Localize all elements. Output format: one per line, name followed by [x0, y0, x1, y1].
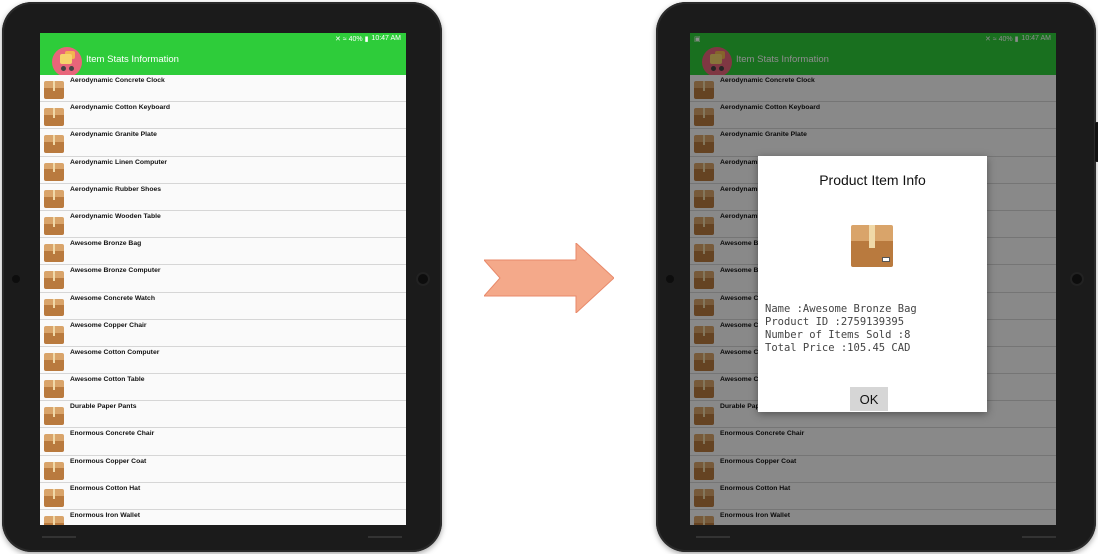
item-label: Awesome Cotton Computer [70, 348, 160, 356]
item-label: Awesome Cotton Table [70, 376, 145, 384]
package-box-icon [44, 162, 64, 181]
package-box-icon [44, 81, 64, 99]
tablet-right: ▣ ✕ ≈ 40% ▮ 10:47 AM Item Stats Informat… [656, 2, 1098, 552]
status-bar: ✕ ≈ 40% ▮ 10:47 AM [40, 33, 406, 44]
package-box-icon [44, 325, 64, 344]
package-box-icon [44, 216, 64, 235]
package-box-icon [44, 488, 64, 507]
package-box-icon [44, 380, 64, 399]
item-label: Aerodynamic Linen Computer [70, 158, 168, 166]
item-label: Durable Paper Pants [70, 403, 137, 411]
package-box-icon [44, 407, 64, 426]
list-item[interactable]: Awesome Cotton Table [40, 374, 406, 402]
item-label: Aerodynamic Wooden Table [70, 212, 161, 220]
list-item[interactable]: Aerodynamic Granite Plate [40, 129, 406, 157]
package-box-icon [44, 516, 64, 525]
item-label: Aerodynamic Cotton Keyboard [70, 104, 171, 112]
package-box-icon [44, 352, 64, 371]
package-box-icon [44, 434, 64, 453]
bezel-line [1022, 536, 1056, 538]
dialog-title: Product Item Info [819, 172, 926, 188]
list-item[interactable]: Aerodynamic Concrete Clock [40, 75, 406, 103]
list-item[interactable]: Enormous Concrete Chair [40, 428, 406, 456]
item-label: Enormous Cotton Hat [70, 484, 141, 492]
bezel-line [696, 536, 730, 538]
package-box-icon [851, 225, 893, 267]
product-info-dialog: Product Item Info Name :Awesome Bronze B… [758, 156, 987, 412]
ok-button[interactable]: OK [850, 387, 888, 411]
list-item[interactable]: Enormous Iron Wallet [40, 510, 406, 525]
items-sold: Number of Items Sold :8 [765, 329, 911, 341]
product-id: Product ID :2759139395 [765, 316, 905, 328]
item-label: Aerodynamic Rubber Shoes [70, 185, 162, 193]
list-item[interactable]: Awesome Bronze Bag [40, 238, 406, 266]
item-label: Awesome Bronze Bag [70, 240, 142, 248]
item-label: Enormous Copper Coat [70, 457, 147, 465]
item-label: Awesome Concrete Watch [70, 294, 155, 302]
package-box-icon [44, 271, 64, 290]
screen-dialog-view: ▣ ✕ ≈ 40% ▮ 10:47 AM Item Stats Informat… [690, 33, 1056, 525]
product-details: Name :Awesome Bronze Bag Product ID :275… [765, 303, 917, 355]
status-time: 10:47 AM [371, 35, 401, 42]
list-item[interactable]: Aerodynamic Linen Computer [40, 156, 406, 184]
home-button [1070, 272, 1084, 286]
list-item[interactable]: Aerodynamic Wooden Table [40, 210, 406, 239]
home-button [416, 272, 430, 286]
item-label: Aerodynamic Granite Plate [70, 131, 157, 139]
shopping-cart-logo-icon [52, 46, 82, 77]
list-item[interactable]: Aerodynamic Rubber Shoes [40, 183, 406, 211]
transition-arrow-icon [484, 243, 614, 313]
list-item[interactable]: Enormous Cotton Hat [40, 482, 406, 510]
list-item[interactable]: Durable Paper Pants [40, 401, 406, 429]
item-label: Awesome Copper Chair [70, 321, 147, 329]
package-box-icon [44, 189, 64, 208]
tablet-left: ✕ ≈ 40% ▮ 10:47 AM Item Stats Informatio… [2, 2, 442, 552]
package-box-icon [44, 244, 64, 263]
list-item[interactable]: Awesome Concrete Watch [40, 292, 406, 320]
app-title: Item Stats Information [86, 54, 179, 65]
status-indicators: ✕ ≈ 40% ▮ [335, 35, 369, 43]
screen-list-view: ✕ ≈ 40% ▮ 10:47 AM Item Stats Informatio… [40, 33, 406, 525]
bezel-line [368, 536, 402, 538]
item-list[interactable]: Aerodynamic Concrete Clock Aerodynamic C… [40, 75, 406, 525]
sensor-dot [12, 275, 20, 283]
list-item[interactable]: Awesome Copper Chair [40, 319, 406, 347]
list-item[interactable]: Enormous Copper Coat [40, 455, 406, 483]
total-price: Total Price :105.45 CAD [765, 342, 911, 354]
bezel-line [42, 536, 76, 538]
app-bar: Item Stats Information [40, 44, 406, 77]
list-item[interactable]: Aerodynamic Cotton Keyboard [40, 102, 406, 130]
item-label: Enormous Concrete Chair [70, 430, 155, 438]
package-box-icon [44, 461, 64, 480]
package-box-icon [44, 298, 64, 317]
package-box-icon [44, 108, 64, 127]
item-label: Awesome Bronze Computer [70, 267, 161, 275]
item-label: Aerodynamic Concrete Clock [70, 77, 165, 84]
product-name: Name :Awesome Bronze Bag [765, 303, 917, 315]
sensor-dot [666, 275, 674, 283]
package-box-icon [44, 135, 64, 154]
list-item[interactable]: Awesome Cotton Computer [40, 346, 406, 375]
list-item[interactable]: Awesome Bronze Computer [40, 265, 406, 293]
item-label: Enormous Iron Wallet [70, 512, 140, 519]
